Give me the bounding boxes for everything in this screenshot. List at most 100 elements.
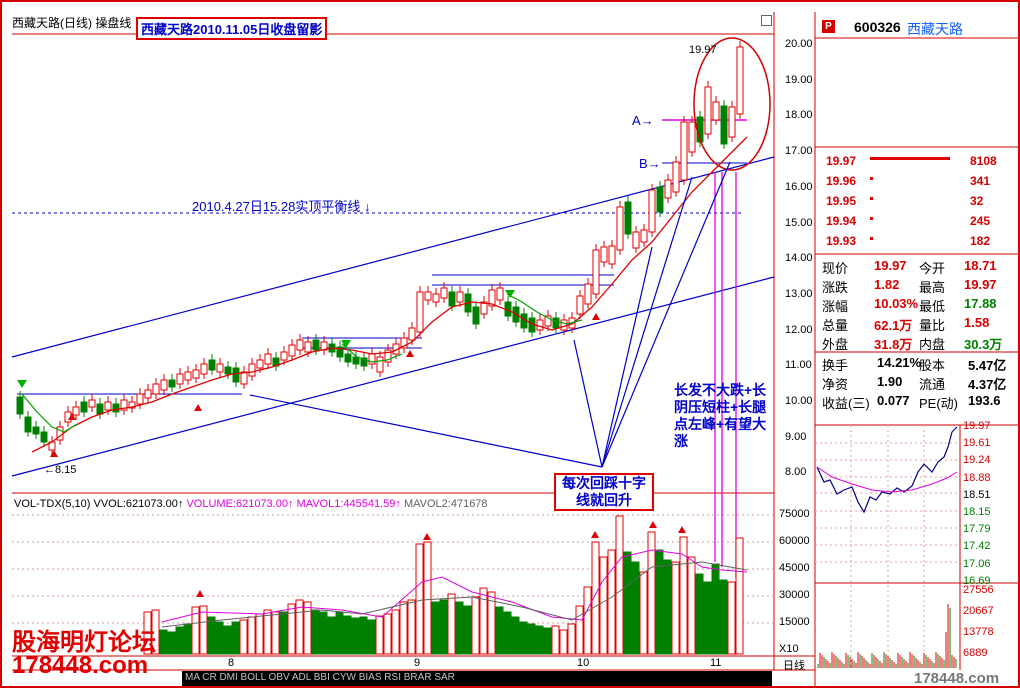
volume-bar (303, 601, 312, 655)
price-axis-label: 10.00 (785, 395, 813, 407)
stock-badge: P (822, 20, 835, 33)
candle (440, 287, 448, 299)
candle (448, 291, 456, 307)
intraday-axis-label: 17.42 (963, 540, 991, 553)
candle (192, 369, 200, 379)
stat-label: 净资 (822, 377, 849, 392)
volume-bar (223, 625, 232, 655)
price-axis-label: 18.00 (785, 109, 813, 122)
low-price-label: ←8.15 (44, 464, 77, 476)
stat-value: 17.88 (964, 296, 997, 311)
candle (456, 291, 464, 303)
volume-bar (599, 556, 608, 655)
candle (616, 206, 624, 251)
candle (176, 373, 184, 385)
candle (288, 344, 296, 357)
volume-bar (159, 629, 168, 655)
volume-bar (631, 561, 640, 655)
volume-bar (703, 581, 712, 655)
candle (560, 319, 568, 331)
volume-bar (519, 621, 528, 655)
candle (40, 431, 48, 443)
order-volume: 341 (970, 174, 991, 188)
stat-label: 总量 (822, 318, 849, 333)
candle (376, 356, 384, 373)
volume-bar (583, 586, 592, 655)
chart-window: 西藏天路(日线) 操盘线 西藏天路2010.11.05日收盘留影 19.97 ←… (0, 0, 1020, 688)
volume-bar (375, 615, 384, 655)
candle (664, 179, 672, 199)
stock-name: 西藏天路 (907, 21, 963, 37)
candle (112, 403, 120, 413)
moving-average-line (31, 136, 748, 453)
stat-value: 1.90 (877, 374, 903, 389)
candle (640, 229, 648, 243)
order-volume: 32 (970, 194, 984, 208)
high-price-label: 19.97 (689, 44, 717, 56)
price-axis-label: 12.00 (785, 323, 813, 336)
candle (104, 401, 112, 411)
candle (264, 353, 272, 365)
intraday-axis-label: 17.06 (963, 557, 991, 570)
stat-value: 31.8万 (874, 337, 913, 352)
vol-legend-vvol: VVOL:621073.00↑ (93, 498, 184, 510)
volume-bar (215, 621, 224, 655)
candle (184, 371, 192, 381)
stat-label: 最低 (919, 299, 946, 314)
volume-bar (343, 615, 352, 655)
candle (704, 86, 712, 135)
indicator-tabs[interactable]: MA CR DMI BOLL OBV ADL BBI CYW BIAS RSI … (185, 672, 455, 683)
candle (576, 295, 584, 315)
level-a-label: A→ (632, 113, 654, 128)
stat-value: 19.97 (964, 277, 997, 292)
candle (168, 379, 176, 388)
volume-bar (287, 603, 296, 655)
date-tick: 10 (577, 657, 590, 669)
order-price: 19.96 (826, 174, 857, 188)
candle (688, 121, 696, 153)
volume-bar (391, 609, 400, 655)
stat-label: 流通 (919, 377, 946, 392)
pullback-note: 每次回踩十字线就回升 (554, 473, 654, 511)
intraday-axis-label: 18.88 (963, 471, 991, 484)
stat-label: 内盘 (919, 337, 946, 352)
period-tab[interactable]: 日线 (783, 657, 805, 673)
stat-value: 62.1万 (874, 318, 913, 333)
order-price: 19.94 (826, 214, 857, 228)
vol-legend-name: VOL-TDX(5,10) (14, 498, 91, 510)
volume-bar (463, 605, 472, 655)
stat-value: 4.37亿 (968, 377, 1007, 392)
intraday-axis-label: 19.61 (963, 437, 991, 450)
candle (152, 383, 160, 395)
volume-bar (687, 556, 696, 655)
candle (72, 406, 80, 416)
volume-bar (263, 609, 272, 655)
stat-value: 1.82 (874, 277, 900, 292)
price-axis-label: 9.00 (785, 430, 807, 443)
window-title: 西藏天路(日线) 操盘线 (12, 16, 132, 30)
volume-bar (511, 616, 520, 655)
stat-label: PE(动) (919, 396, 959, 411)
stat-label: 外盘 (822, 337, 849, 352)
intraday-axis-label: 18.51 (963, 488, 991, 501)
window-restore-button[interactable] (761, 15, 772, 26)
intraday-volume-axis-label: 27556 (963, 584, 994, 596)
intraday-axis-label: 19.24 (963, 454, 991, 467)
volume-bar (423, 541, 432, 655)
price-chart[interactable] (2, 2, 1018, 686)
intraday-volume-axis-label: 6889 (963, 647, 988, 659)
volume-bar (255, 613, 264, 655)
volume-bar (559, 629, 568, 655)
volume-bar (535, 625, 544, 655)
order-volume: 8108 (970, 154, 997, 168)
volume-bar (279, 611, 288, 655)
stat-label: 量比 (919, 318, 946, 333)
volume-bar (711, 563, 720, 655)
candle (600, 246, 608, 263)
candle (232, 367, 240, 383)
date-tick: 8 (228, 657, 235, 669)
candle (16, 396, 24, 415)
volume-bar (231, 621, 240, 655)
candle (536, 319, 544, 331)
candle (712, 101, 720, 121)
